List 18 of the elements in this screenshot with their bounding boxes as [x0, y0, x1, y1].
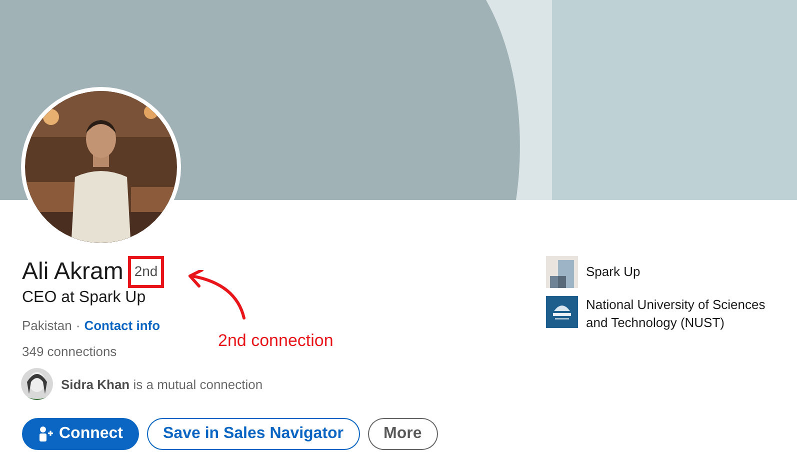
bar-logo-icon [546, 256, 578, 288]
more-button[interactable]: More [368, 418, 438, 450]
profile-name: Ali Akram [22, 258, 124, 286]
separator-text: · [76, 318, 80, 333]
organization-name[interactable]: Spark Up [586, 256, 766, 281]
annotation-label: 2nd connection [218, 331, 334, 351]
contact-info-link[interactable]: Contact info [84, 318, 160, 333]
add-person-icon [38, 426, 54, 442]
save-button[interactable]: Save in Sales Navigator [147, 418, 360, 450]
connections-count: 349 connections [22, 344, 118, 359]
profile-headline: CEO at Spark Up [22, 288, 147, 308]
connect-button[interactable]: Connect [22, 418, 139, 450]
annotation-arrow [186, 270, 248, 322]
organization-name[interactable]: National University of Sciences and Technology (NUST) [586, 296, 766, 332]
connection-degree: 2nd [134, 263, 158, 279]
university-logo-icon [546, 296, 578, 328]
location-text: Pakistan [22, 318, 72, 333]
mutual-connection-text: Sidra Khan is a mutual connection [61, 376, 263, 392]
